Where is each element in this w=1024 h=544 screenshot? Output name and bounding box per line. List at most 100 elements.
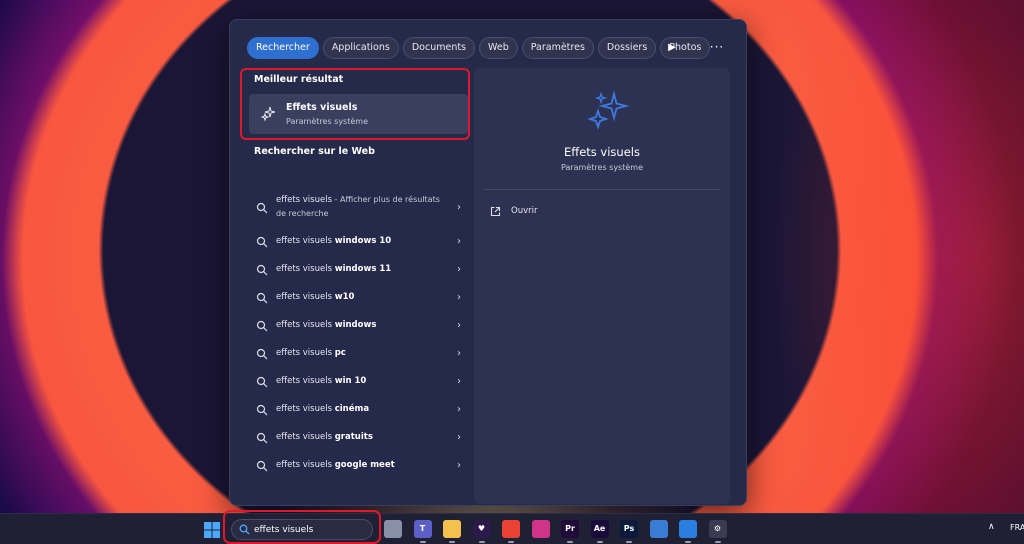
file-explorer-label xyxy=(443,520,461,538)
taskbar-search-box[interactable] xyxy=(231,519,373,540)
running-indicator xyxy=(478,541,485,543)
tab-rechercher[interactable]: Rechercher xyxy=(247,37,319,59)
file-explorer-icon[interactable] xyxy=(443,520,461,538)
suggestion-completion: pc xyxy=(334,348,346,358)
search-icon xyxy=(256,404,268,416)
file-viewer-icon[interactable] xyxy=(384,520,402,538)
suggestion-completion: w10 xyxy=(334,292,355,302)
suggestion-prefix: effets visuels xyxy=(276,404,335,414)
search-input[interactable] xyxy=(254,522,364,537)
best-result-item[interactable]: Effets visuels Paramètres système xyxy=(249,94,468,134)
tab-dossiers[interactable]: Dossiers xyxy=(597,37,657,59)
premiere-pro-label: Pr xyxy=(565,524,575,533)
suggestion-query: effets visuels xyxy=(276,195,333,205)
suggestion-prefix: effets visuels xyxy=(276,292,335,302)
running-indicator xyxy=(626,541,632,543)
windows-start-icon[interactable] xyxy=(203,521,221,539)
after-effects-icon[interactable]: Ae xyxy=(590,520,609,538)
running-indicator xyxy=(419,541,426,543)
tab-applications[interactable]: Applications xyxy=(322,37,399,59)
photos-icon[interactable] xyxy=(679,520,697,538)
search-icon xyxy=(256,320,268,332)
search-icon xyxy=(239,524,250,535)
suggestion-prefix: effets visuels xyxy=(276,320,335,330)
web-suggestion-item[interactable]: effets visuels windows › xyxy=(250,312,470,340)
copilot-icon[interactable] xyxy=(649,520,668,538)
chevron-right-icon: › xyxy=(457,202,461,213)
web-suggestion-item[interactable]: effets visuels windows 11 › xyxy=(250,256,470,284)
settings-icon[interactable]: ⚙ xyxy=(708,520,727,538)
suggestion-prefix: effets visuels xyxy=(276,432,335,442)
suggestion-completion: windows 10 xyxy=(334,236,392,246)
photos-label xyxy=(679,520,697,538)
play-icon[interactable]: ▶ xyxy=(662,37,682,59)
premiere-pro-icon[interactable]: Pr xyxy=(561,520,579,538)
web-suggestion-item[interactable]: effets visuels cinéma › xyxy=(250,396,470,424)
web-suggestion-item[interactable]: effets visuels pc › xyxy=(250,340,470,368)
chevron-up-icon[interactable]: ∧ xyxy=(988,522,995,532)
teams-icon[interactable]: T xyxy=(413,520,432,538)
search-icon xyxy=(256,202,268,214)
filter-tabs: Rechercher Applications Documents Web Pa… xyxy=(247,37,711,59)
app-heart-label: ♥ xyxy=(477,524,486,533)
preview-title: Effets visuels xyxy=(564,145,640,159)
search-icon xyxy=(256,460,268,472)
chevron-right-icon: › xyxy=(457,432,461,443)
suggestion-prefix: effets visuels xyxy=(276,348,335,358)
photoshop-icon[interactable]: Ps xyxy=(620,520,638,538)
web-suggestion-item[interactable]: effets visuels w10 › xyxy=(250,284,470,312)
web-suggestion-item[interactable]: effets visuels google meet › xyxy=(250,452,470,480)
suggestion-completion: win 10 xyxy=(334,376,367,386)
search-flyout: Rechercher Applications Documents Web Pa… xyxy=(229,19,747,506)
sparkle-icon xyxy=(260,106,276,122)
search-icon xyxy=(256,236,268,248)
tab-documents[interactable]: Documents xyxy=(402,37,476,59)
settings-label: ⚙ xyxy=(713,524,722,533)
tab-web[interactable]: Web xyxy=(479,37,518,59)
web-suggestions-list: effets visuels - Afficher plus de résult… xyxy=(250,190,470,480)
file-viewer-label xyxy=(384,520,402,538)
open-external-icon xyxy=(490,206,501,217)
suggestion-completion: cinéma xyxy=(334,404,370,414)
chevron-right-icon: › xyxy=(457,404,461,415)
running-indicator xyxy=(508,541,514,543)
teams-label: T xyxy=(419,524,426,533)
web-suggestion-item[interactable]: effets visuels - Afficher plus de résult… xyxy=(250,190,470,228)
chevron-right-icon: › xyxy=(457,320,461,331)
chrome-icon[interactable] xyxy=(502,520,520,538)
photoshop-label: Ps xyxy=(623,524,635,533)
language-indicator[interactable]: FRA xyxy=(1010,523,1024,532)
taskbar: T ♥ Pr Ae Ps ⚙ ∧ FRA xyxy=(0,513,1024,544)
results-panel: Meilleur résultat Effets visuels Paramèt… xyxy=(240,68,472,504)
chrome-label xyxy=(502,520,520,538)
preview-panel: Effets visuels Paramètres système Ouvrir xyxy=(474,68,730,504)
after-effects-label: Ae xyxy=(593,524,606,533)
web-suggestion-item[interactable]: effets visuels gratuits › xyxy=(250,424,470,452)
chevron-right-icon: › xyxy=(457,348,461,359)
suggestion-completion: gratuits xyxy=(334,432,373,442)
search-icon xyxy=(256,376,268,388)
running-indicator xyxy=(449,541,455,543)
tab-parametres[interactable]: Paramètres xyxy=(521,37,594,59)
suggestion-completion: windows xyxy=(334,320,377,330)
search-icon xyxy=(256,432,268,444)
best-result-title: Effets visuels xyxy=(286,102,358,113)
web-suggestion-item[interactable]: effets visuels win 10 › xyxy=(250,368,470,396)
app-heart-icon[interactable]: ♥ xyxy=(472,520,491,538)
open-label: Ouvrir xyxy=(511,206,538,216)
suggestion-completion: google meet xyxy=(334,460,395,470)
copilot-label xyxy=(650,520,668,538)
suggestion-prefix: effets visuels xyxy=(276,264,335,274)
app-kite-label xyxy=(532,520,550,538)
more-options-button[interactable]: ··· xyxy=(706,37,728,59)
running-indicator xyxy=(596,541,603,543)
app-kite-icon[interactable] xyxy=(531,520,550,538)
suggestion-prefix: effets visuels xyxy=(276,376,335,386)
chevron-right-icon: › xyxy=(457,236,461,247)
search-icon xyxy=(256,264,268,276)
suggestion-completion: windows 11 xyxy=(334,264,392,274)
web-suggestion-item[interactable]: effets visuels windows 10 › xyxy=(250,228,470,256)
web-search-heading: Rechercher sur le Web xyxy=(254,146,375,157)
preview-subtitle: Paramètres système xyxy=(561,163,643,172)
best-result-subtitle: Paramètres système xyxy=(286,117,368,126)
